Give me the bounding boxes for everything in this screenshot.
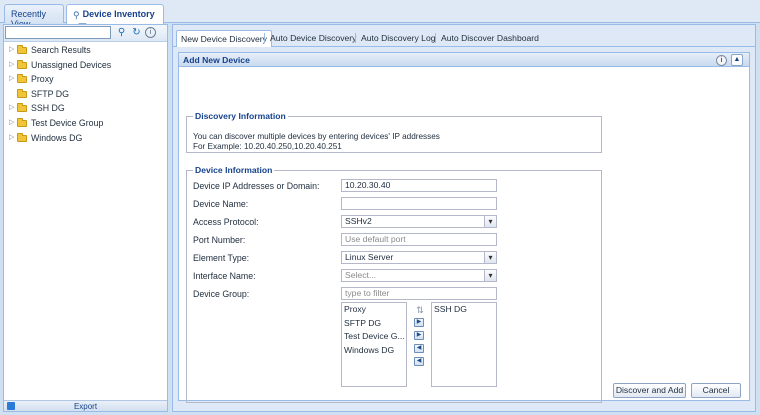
- help-icon[interactable]: i: [716, 55, 727, 66]
- expand-arrow-icon[interactable]: ▷: [9, 72, 14, 87]
- move-top-icon[interactable]: ⇅: [414, 305, 426, 315]
- tree-search-input[interactable]: [5, 26, 111, 39]
- device-tree-panel: ⚲ ↻ i ▷ Search Results ▷ Unassigned Device…: [3, 24, 168, 412]
- tab-label: Auto Device Discovery: [270, 33, 357, 43]
- top-tab-bar: Recently View ⚲Device Inventoryx: [0, 0, 760, 32]
- tab-label: New Device Discovery: [181, 34, 267, 44]
- tree-item-label: SFTP DG: [31, 88, 69, 99]
- info-icon[interactable]: i: [145, 27, 156, 38]
- discovery-tab-bar: New Device Discovery Auto Device Discove…: [173, 25, 755, 47]
- folder-icon: [17, 88, 27, 98]
- tab-new-device-discovery[interactable]: New Device Discovery: [176, 30, 272, 47]
- port-number-label: Port Number:: [193, 235, 246, 245]
- move-all-right-icon[interactable]: ▶: [414, 331, 424, 340]
- tab-auto-discover-dashboard[interactable]: Auto Discover Dashboard: [437, 30, 543, 47]
- tree-item-label: Proxy: [31, 74, 54, 85]
- list-item[interactable]: Test Device G...: [342, 330, 406, 344]
- add-device-panel: Add New Device i ▲ Discovery Information…: [178, 52, 750, 403]
- section-title: Device Information: [195, 165, 273, 175]
- discover-and-add-button[interactable]: Discover and Add: [613, 383, 686, 398]
- tree-toolbar: ⚲ ↻ i: [4, 25, 167, 42]
- tree-item-windows-dg[interactable]: ▷ Windows DG: [4, 131, 167, 146]
- tab-auto-device-discovery[interactable]: Auto Device Discovery: [266, 30, 360, 47]
- main-area: New Device Discovery Auto Device Discove…: [172, 24, 756, 412]
- cancel-button[interactable]: Cancel: [691, 383, 741, 398]
- tree-item-label: SSH DG: [31, 103, 65, 114]
- export-icon: [7, 402, 15, 410]
- tab-label: Device Inventory: [82, 9, 155, 19]
- tree-item-label: Test Device Group: [31, 117, 104, 128]
- expand-arrow-icon[interactable]: ▷: [9, 43, 14, 58]
- interface-name-label: Interface Name:: [193, 271, 256, 281]
- device-name-input[interactable]: [341, 197, 497, 210]
- tree-item-test-device-group[interactable]: ▷ Test Device Group: [4, 116, 167, 131]
- panel-title: Add New Device: [183, 55, 250, 65]
- element-type-label: Element Type:: [193, 253, 250, 263]
- collapse-icon[interactable]: ▲: [731, 54, 743, 66]
- access-protocol-select[interactable]: SSHv2: [341, 215, 497, 228]
- access-protocol-label: Access Protocol:: [193, 217, 259, 227]
- tab-device-inventory[interactable]: ⚲Device Inventoryx: [66, 4, 164, 32]
- move-all-left-icon[interactable]: ◀: [414, 357, 424, 366]
- panel-header: Add New Device i ▲: [179, 53, 749, 67]
- search-icon[interactable]: ⚲: [115, 26, 128, 39]
- tree-item-proxy[interactable]: ▷ Proxy: [4, 72, 167, 87]
- ip-address-input[interactable]: 10.20.30.40: [341, 179, 497, 192]
- move-left-icon[interactable]: ◀: [414, 344, 424, 353]
- tab-recently-view[interactable]: Recently View: [4, 4, 64, 29]
- list-item[interactable]: SSH DG: [432, 303, 496, 317]
- device-search-icon: ⚲: [73, 10, 80, 20]
- section-title: Discovery Information: [195, 111, 286, 121]
- tab-label: Auto Discovery Log: [361, 33, 436, 43]
- list-item[interactable]: Proxy: [342, 303, 406, 317]
- tab-label: Auto Discover Dashboard: [441, 33, 539, 43]
- discovery-example: For Example: 10.20.40.250,10.20.40.251: [193, 142, 342, 151]
- expand-arrow-icon[interactable]: ▷: [9, 58, 14, 73]
- tree-item-label: Windows DG: [31, 132, 83, 143]
- expand-arrow-icon[interactable]: ▷: [9, 116, 14, 131]
- device-tree: ▷ Search Results ▷ Unassigned Devices ▷ Pro…: [4, 43, 167, 145]
- tree-item-label: Unassigned Devices: [31, 59, 112, 70]
- folder-icon: [17, 74, 27, 84]
- selected-groups-list[interactable]: SSH DG: [431, 302, 497, 387]
- device-name-label: Device Name:: [193, 199, 249, 209]
- tree-item-unassigned-devices[interactable]: ▷ Unassigned Devices: [4, 58, 167, 73]
- tab-separator: [435, 33, 436, 43]
- tree-item-ssh-dg[interactable]: ▷ SSH DG: [4, 101, 167, 116]
- folder-icon: [17, 132, 27, 142]
- export-button[interactable]: Export: [4, 400, 167, 411]
- ip-label: Device IP Addresses or Domain:: [193, 181, 320, 191]
- port-number-input[interactable]: Use default port: [341, 233, 497, 246]
- tab-separator: [355, 33, 356, 43]
- tab-auto-discovery-log[interactable]: Auto Discovery Log: [357, 30, 440, 47]
- move-right-icon[interactable]: ▶: [414, 318, 424, 327]
- list-item[interactable]: Windows DG: [342, 344, 406, 358]
- refresh-icon[interactable]: ↻: [130, 26, 143, 39]
- tree-item-search-results[interactable]: ▷ Search Results: [4, 43, 167, 58]
- folder-icon: [17, 45, 27, 54]
- folder-icon: [17, 59, 27, 69]
- interface-name-select[interactable]: Select...: [341, 269, 497, 282]
- element-type-select[interactable]: Linux Server: [341, 251, 497, 264]
- tab-separator: [264, 33, 265, 43]
- folder-icon: [17, 117, 27, 127]
- expand-arrow-icon[interactable]: ▷: [9, 101, 14, 116]
- discovery-hint: You can discover multiple devices by ent…: [193, 132, 440, 141]
- discovery-information-section: Discovery Information You can discover m…: [186, 111, 602, 153]
- available-groups-list[interactable]: Proxy SFTP DG Test Device G... Windows D…: [341, 302, 407, 387]
- group-filter-input[interactable]: type to filter: [341, 287, 497, 300]
- expand-arrow-icon[interactable]: ▷: [9, 131, 14, 146]
- list-item[interactable]: SFTP DG: [342, 317, 406, 331]
- folder-icon: [17, 103, 27, 113]
- export-label: Export: [73, 402, 98, 411]
- tree-item-sftp-dg[interactable]: SFTP DG: [4, 87, 167, 102]
- tree-item-label: Search Results: [31, 45, 91, 55]
- device-group-label: Device Group:: [193, 289, 250, 299]
